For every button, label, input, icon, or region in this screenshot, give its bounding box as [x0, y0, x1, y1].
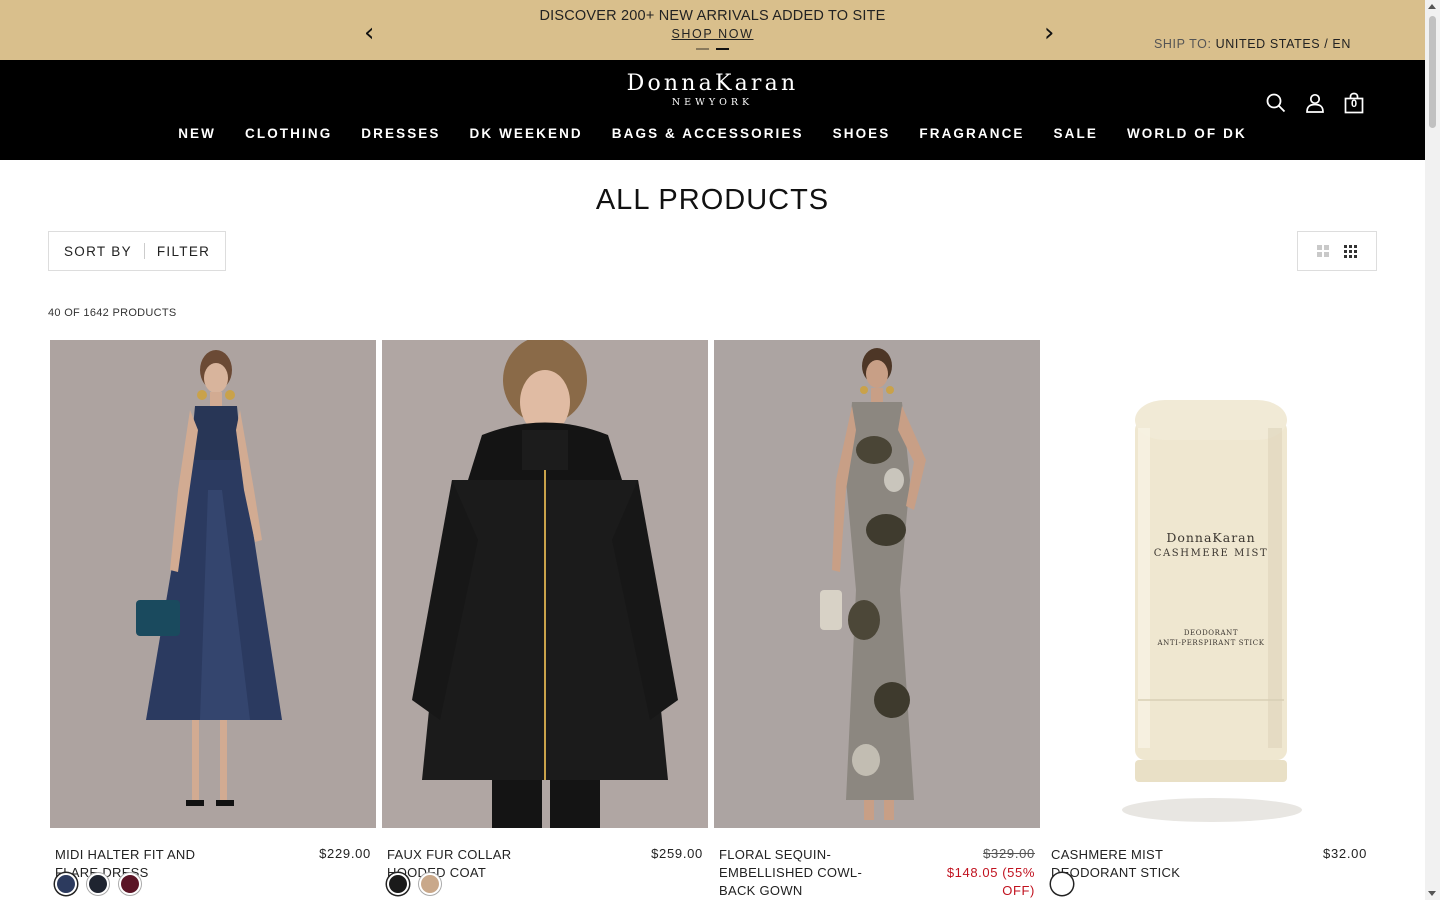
- product-card[interactable]: MIDI HALTER FIT AND FLARE DRESS $229.00: [50, 340, 376, 900]
- scroll-up-arrow-icon[interactable]: [1428, 4, 1436, 9]
- chevron-right-icon[interactable]: ›: [1044, 20, 1054, 46]
- brand-logo[interactable]: DonnaKaran NEWYORK: [0, 71, 1425, 109]
- product-label: DonnaKaran CASHMERE MIST DEODORANT ANTI-…: [1135, 530, 1287, 647]
- color-swatch[interactable]: [1051, 873, 1073, 895]
- carousel-dots: [696, 48, 729, 50]
- sale-price: $148.05 (55% OFF): [946, 865, 1035, 898]
- main-nav: NEW CLOTHING DRESSES DK WEEKEND BAGS & A…: [0, 126, 1425, 141]
- product-price: $229.00: [319, 846, 371, 861]
- product-name[interactable]: CASHMERE MIST DEODORANT STICK: [1051, 846, 1226, 882]
- label-brand: DonnaKaran: [1166, 530, 1256, 545]
- navy-halter-dress-photo[interactable]: [50, 340, 376, 828]
- promo-message: DISCOVER 200+ NEW ARRIVALS ADDED TO SITE: [539, 8, 886, 24]
- header-icons: 0: [1265, 92, 1365, 114]
- bag-icon[interactable]: 0: [1343, 92, 1365, 114]
- ship-to-value: UNITED STATES / EN: [1215, 37, 1351, 51]
- logo-wordmark: DonnaKaran: [626, 71, 799, 96]
- product-price: $32.00: [1323, 846, 1367, 861]
- nav-item-dk-weekend[interactable]: DK WEEKEND: [470, 126, 583, 141]
- product-card[interactable]: DonnaKaran CASHMERE MIST DEODORANT ANTI-…: [1046, 340, 1372, 900]
- product-info: MIDI HALTER FIT AND FLARE DRESS $229.00: [50, 828, 376, 900]
- page-title: ALL PRODUCTS: [595, 184, 830, 216]
- deodorant-stick-photo[interactable]: DonnaKaran CASHMERE MIST DEODORANT ANTI-…: [1046, 340, 1372, 828]
- product-info: FLORAL SEQUIN-EMBELLISHED COWL-BACK GOWN…: [714, 828, 1040, 900]
- product-info: FAUX FUR COLLAR HOODED COAT $259.00: [382, 828, 708, 900]
- product-info: CASHMERE MIST DEODORANT STICK $32.00: [1046, 828, 1372, 900]
- carousel-dot-active[interactable]: [716, 48, 729, 50]
- product-price: $259.00: [651, 846, 703, 861]
- label-desc2: ANTI-PERSPIRANT STICK: [1157, 639, 1265, 647]
- shop-now-link[interactable]: SHOP NOW: [671, 27, 753, 41]
- search-icon[interactable]: [1265, 92, 1287, 114]
- grid-2-icon[interactable]: [1317, 245, 1329, 257]
- nav-item-bags-accessories[interactable]: BAGS & ACCESSORIES: [612, 126, 804, 141]
- color-swatches: [1051, 873, 1073, 895]
- logo-subline: NEWYORK: [671, 97, 754, 108]
- color-swatches: [387, 873, 441, 895]
- scroll-down-arrow-icon[interactable]: [1428, 891, 1436, 896]
- color-swatch[interactable]: [419, 873, 441, 895]
- bag-count: 0: [1350, 98, 1358, 110]
- label-desc1: DEODORANT: [1183, 629, 1239, 637]
- product-card[interactable]: FLORAL SEQUIN-EMBELLISHED COWL-BACK GOWN…: [714, 340, 1040, 900]
- color-swatch[interactable]: [119, 873, 141, 895]
- nav-item-world-of-dk[interactable]: WORLD OF DK: [1127, 126, 1247, 141]
- grid-view-toggle: [1297, 231, 1377, 271]
- nav-item-new[interactable]: NEW: [178, 126, 216, 141]
- nav-item-fragrance[interactable]: FRAGRANCE: [919, 126, 1024, 141]
- nav-item-dresses[interactable]: DRESSES: [361, 126, 440, 141]
- ship-to-label: SHIP TO:: [1153, 37, 1212, 51]
- nav-item-sale[interactable]: SALE: [1054, 126, 1098, 141]
- color-swatch[interactable]: [55, 873, 77, 895]
- original-price: $329.00: [983, 846, 1035, 861]
- promo-bar: ‹ DISCOVER 200+ NEW ARRIVALS ADDED TO SI…: [0, 0, 1425, 60]
- nav-item-clothing[interactable]: CLOTHING: [245, 126, 332, 141]
- site-header: DonnaKaran NEWYORK 0 NEW CLOTHING DRESSE…: [0, 60, 1425, 160]
- black-hooded-coat-photo[interactable]: [382, 340, 708, 828]
- scroll-thumb[interactable]: [1429, 16, 1436, 128]
- color-swatch[interactable]: [387, 873, 409, 895]
- product-count: 40 OF 1642 PRODUCTS: [48, 307, 177, 319]
- product-name[interactable]: FLORAL SEQUIN-EMBELLISHED COWL-BACK GOWN: [719, 846, 894, 900]
- page-scrollbar[interactable]: [1425, 0, 1440, 900]
- sort-by-button[interactable]: SORT BY: [64, 244, 132, 259]
- color-swatches: [55, 873, 141, 895]
- toolbar-divider: [143, 243, 145, 259]
- sequin-gown-photo[interactable]: [714, 340, 1040, 828]
- sort-filter-bar: SORT BY FILTER: [48, 231, 226, 271]
- ship-to-selector[interactable]: SHIP TO: UNITED STATES / EN: [1154, 37, 1351, 51]
- color-swatch[interactable]: [87, 873, 109, 895]
- filter-button[interactable]: FILTER: [157, 244, 210, 259]
- label-line: CASHMERE MIST: [1153, 548, 1269, 559]
- nav-item-shoes[interactable]: SHOES: [833, 126, 891, 141]
- product-card[interactable]: FAUX FUR COLLAR HOODED COAT $259.00: [382, 340, 708, 900]
- carousel-dot[interactable]: [696, 48, 709, 50]
- account-icon[interactable]: [1304, 92, 1326, 114]
- grid-3-icon[interactable]: [1344, 244, 1357, 258]
